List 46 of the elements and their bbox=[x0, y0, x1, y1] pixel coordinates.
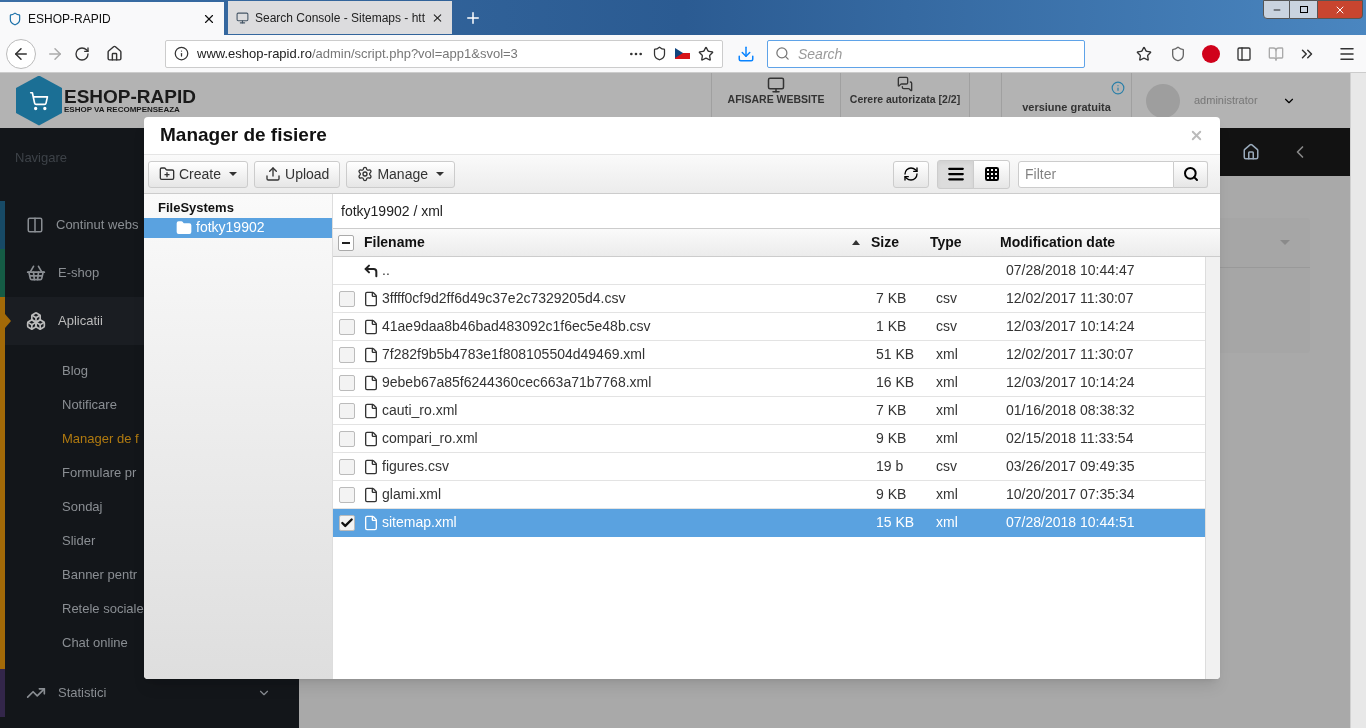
file-name: sitemap.xml bbox=[382, 513, 457, 532]
file-size: 51 KB bbox=[876, 345, 916, 364]
file-date: 07/28/2018 10:44:47 bbox=[1006, 261, 1136, 280]
file-date: 12/02/2017 11:30:07 bbox=[1006, 289, 1135, 308]
file-type: csv bbox=[936, 289, 958, 308]
file-size: 7 KB bbox=[876, 401, 908, 420]
file-type: xml bbox=[936, 513, 959, 532]
dialog-title: Manager de fisiere bbox=[160, 123, 328, 148]
logo-subtitle: ESHOP VA RECOMPENSEAZA bbox=[64, 106, 181, 114]
file-type: csv bbox=[936, 457, 958, 476]
tab-title: ESHOP-RAPID bbox=[28, 10, 112, 28]
file-type: xml bbox=[936, 345, 959, 364]
file-type: xml bbox=[936, 429, 959, 448]
file-size: 7 KB bbox=[876, 289, 908, 308]
file-size: 1 KB bbox=[876, 317, 908, 336]
tab-title: Search Console - Sitemaps - htt bbox=[254, 9, 426, 27]
file-type: xml bbox=[936, 485, 959, 504]
file-name: cauti_ro.xml bbox=[382, 401, 458, 420]
logo-title: ESHOP-RAPID bbox=[64, 87, 196, 106]
file-name: 41ae9daa8b46bad483092c1f6ec5e48b.csv bbox=[382, 317, 651, 336]
file-date: 07/28/2018 10:44:51 bbox=[1006, 513, 1136, 532]
file-name: 7f282f9b5b4783e1f808105504d49469.xml bbox=[382, 345, 646, 364]
file-date: 12/03/2017 10:14:24 bbox=[1006, 317, 1136, 336]
file-date: 02/15/2018 11:33:54 bbox=[1006, 429, 1135, 448]
file-name: figures.csv bbox=[382, 457, 449, 476]
file-size: 9 KB bbox=[876, 429, 908, 448]
path-breadcrumb: fotky19902 / xml bbox=[341, 201, 443, 221]
url-text: www.eshop-rapid.ro/admin/script.php?vol=app1&svol=3 bbox=[197, 44, 519, 63]
version-label: versiune gratuita bbox=[1022, 100, 1111, 116]
file-type: xml bbox=[936, 373, 959, 392]
file-size: 19 b bbox=[876, 457, 905, 476]
file-name: 3ffff0cf9d2ff6d49c37e2c7329205d4.csv bbox=[382, 289, 626, 308]
file-date: 10/20/2017 07:35:34 bbox=[1006, 485, 1136, 504]
file-date: 01/16/2018 08:38:32 bbox=[1006, 401, 1136, 420]
file-type: csv bbox=[936, 317, 958, 336]
file-type: xml bbox=[936, 401, 959, 420]
file-size: 9 KB bbox=[876, 485, 908, 504]
file-date: 03/26/2017 09:49:35 bbox=[1006, 457, 1136, 476]
file-size: 15 KB bbox=[876, 513, 916, 532]
file-name: .. bbox=[382, 261, 390, 280]
file-name: glami.xml bbox=[382, 485, 442, 504]
file-date: 12/02/2017 11:30:07 bbox=[1006, 345, 1135, 364]
file-name: compari_ro.xml bbox=[382, 429, 478, 448]
file-date: 12/03/2017 10:14:24 bbox=[1006, 373, 1136, 392]
file-name: 9ebeb67a85f6244360cec663a71b7768.xml bbox=[382, 373, 652, 392]
file-size: 16 KB bbox=[876, 373, 916, 392]
